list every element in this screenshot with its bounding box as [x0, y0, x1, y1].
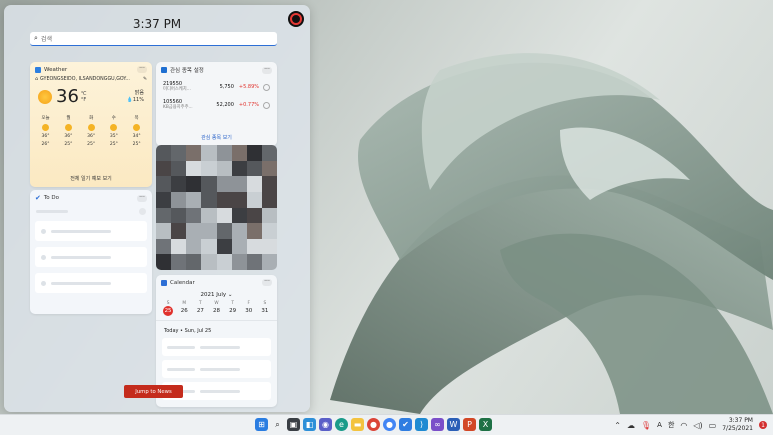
forecast-day: 오늘 36° 26°	[41, 116, 50, 147]
todo-item[interactable]	[35, 247, 147, 267]
chrome-beta-icon[interactable]: ●	[383, 418, 396, 431]
jump-to-news-button[interactable]: Jump to News	[124, 385, 183, 398]
taskbar-apps: ⊞ ⌕ ▣ ◧ ◉ e ▬ ● ● ✔ ⟩ ∞ W P X	[255, 418, 492, 431]
stocks-app-icon	[161, 67, 167, 73]
battery-icon[interactable]: ▭	[709, 421, 717, 430]
unit-fahrenheit[interactable]: °F	[81, 97, 86, 103]
chat-icon[interactable]: ◉	[319, 418, 332, 431]
chevron-up-icon[interactable]: ⌃	[614, 421, 621, 430]
forecast-day: 목 34° 25°	[132, 116, 141, 147]
calendar-day[interactable]: 30	[241, 306, 257, 316]
task-view-icon[interactable]: ▣	[287, 418, 300, 431]
calendar-day[interactable]: 28	[208, 306, 224, 316]
taskbar: ⊞ ⌕ ▣ ◧ ◉ e ▬ ● ● ✔ ⟩ ∞ W P X ⌃ ☁ 🎙 A 한 …	[0, 414, 773, 435]
start-icon[interactable]: ⊞	[255, 418, 268, 431]
calendar-app-icon	[161, 279, 167, 286]
search-icon[interactable]: ⌕	[271, 418, 284, 431]
sun-icon	[64, 124, 72, 131]
add-stock-icon[interactable]	[263, 101, 270, 109]
home-icon: ⌂	[35, 77, 39, 82]
search-box[interactable]: ⌕ 검색	[30, 32, 277, 46]
sun-icon	[133, 124, 141, 131]
todo-title: To Do	[43, 195, 60, 201]
sun-icon	[38, 89, 52, 104]
system-tray: ⌃ ☁ 🎙 A 한 ◠ ◁) ▭ 3:37 PM 7/25/2021 1	[614, 417, 767, 433]
excel-icon[interactable]: X	[479, 418, 492, 431]
cloud-icon[interactable]: ☁	[627, 421, 635, 430]
calendar-day[interactable]: 27	[192, 306, 208, 316]
visual-studio-icon[interactable]: ∞	[431, 418, 444, 431]
weather-precip: 11%	[132, 96, 144, 103]
weather-temp: 36	[56, 86, 79, 107]
calendar-day[interactable]: 31	[257, 306, 273, 316]
stock-row[interactable]: 219550 미디어스케치... 5,750 +5.89%	[156, 78, 277, 96]
photos-widget[interactable]	[156, 145, 277, 270]
volume-icon[interactable]: ◁)	[693, 421, 702, 430]
stocks-widget[interactable]: 관심 종목 설정 ··· 219550 미디어스케치... 5,750 +5.89…	[156, 62, 277, 146]
file-explorer-icon[interactable]: ▬	[351, 418, 364, 431]
calendar-event[interactable]	[162, 338, 271, 356]
edit-icon[interactable]: ✎	[143, 77, 147, 82]
forecast-day: 화 36° 25°	[87, 116, 96, 147]
calendar-event[interactable]	[162, 360, 271, 378]
weather-forecast-link[interactable]: 전체 일기 예보 보기	[30, 175, 152, 182]
powerpoint-icon[interactable]: P	[463, 418, 476, 431]
word-icon[interactable]: W	[447, 418, 460, 431]
sun-icon	[110, 124, 118, 131]
profile-avatar[interactable]	[288, 11, 304, 27]
chevron-down-icon: ⌄	[227, 292, 233, 298]
todo-item[interactable]	[35, 221, 147, 241]
calendar-day-today[interactable]: 25	[163, 306, 174, 316]
sun-icon	[42, 124, 50, 131]
search-icon: ⌕	[34, 34, 38, 42]
forecast-day: 수 35° 25°	[109, 116, 118, 147]
todo-widget[interactable]: ✔ To Do ···	[30, 190, 152, 314]
weather-location: GYEONGSEIDO, ILSANDONGGU,GOY...	[40, 77, 130, 82]
todo-more-button[interactable]: ···	[137, 194, 147, 202]
microphone-icon[interactable]: 🎙	[641, 421, 651, 430]
stocks-title: 관심 종목 설정	[170, 68, 204, 74]
calendar-today-label: Today • Sun, Jul 25	[156, 320, 277, 338]
weather-title: Weather	[44, 66, 68, 73]
calendar-more-button[interactable]: ···	[262, 279, 272, 286]
calendar-month[interactable]: 2021 July ⌄	[156, 290, 277, 298]
forecast-row: 오늘 36° 26° 월 36° 25° 화 36° 25° 수 35° 25° 목 3…	[30, 107, 152, 147]
add-stock-icon[interactable]	[263, 83, 270, 91]
stocks-more-button[interactable]: ···	[262, 66, 272, 74]
stock-row[interactable]: 105560 KB금융지주주... 52,200 +0.77%	[156, 96, 277, 114]
todo-app-icon[interactable]: ✔	[399, 418, 412, 431]
widgets-icon[interactable]: ◧	[303, 418, 316, 431]
board-time: 3:37 PM	[132, 17, 182, 31]
notification-badge[interactable]: 1	[759, 421, 767, 429]
stocks-view-link[interactable]: 관심 종목 보기	[156, 134, 277, 141]
language-indicator[interactable]: A	[657, 421, 662, 429]
checkmark-icon: ✔	[35, 194, 41, 202]
weather-app-icon	[35, 66, 41, 73]
todo-item[interactable]	[35, 273, 147, 293]
weather-more-button[interactable]: ···	[137, 66, 147, 73]
edge-icon[interactable]: e	[335, 418, 348, 431]
calendar-day[interactable]: 26	[176, 306, 192, 316]
wifi-icon[interactable]: ◠	[680, 421, 687, 430]
calendar-day[interactable]: 29	[225, 306, 241, 316]
sun-icon	[87, 124, 95, 131]
search-placeholder: 검색	[40, 36, 52, 43]
chrome-icon[interactable]: ●	[367, 418, 380, 431]
forecast-day: 월 36° 25°	[64, 116, 73, 147]
weather-condition: 맑음	[134, 89, 144, 96]
vscode-icon[interactable]: ⟩	[415, 418, 428, 431]
ime-indicator[interactable]: 한	[668, 420, 674, 430]
taskbar-clock[interactable]: 3:37 PM 7/25/2021	[722, 417, 753, 433]
calendar-week: SMTWTFS 25 26 27 28 29 30 31	[156, 298, 277, 316]
calendar-title: Calendar	[170, 279, 195, 286]
weather-widget[interactable]: Weather ··· ⌂ GYEONGSEIDO, ILSANDONGGU,G…	[30, 62, 152, 187]
